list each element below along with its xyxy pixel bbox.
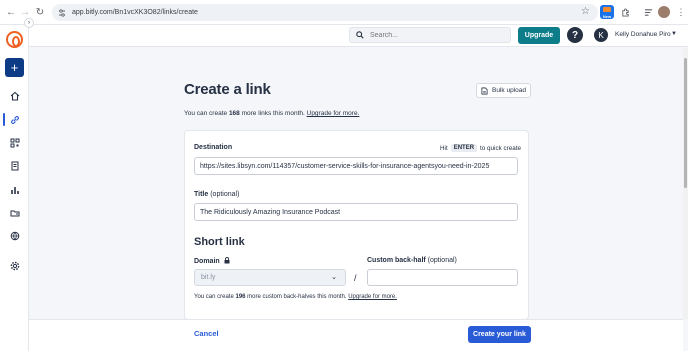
- destination-input[interactable]: https://sites.libsyn.com/114357/customer…: [194, 157, 518, 175]
- backhalf-quota-text: You can create 196 more custom back-halv…: [194, 294, 397, 300]
- document-icon: [481, 87, 488, 94]
- bitly-logo[interactable]: [6, 31, 23, 48]
- browser-menu-icon[interactable]: ⋮: [674, 5, 688, 19]
- backhalf-label-text: Custom back-half: [367, 257, 426, 264]
- browser-toolbar: ← → ↻ app.bitly.com/Bn1vcXK3O82/links/cr…: [0, 0, 688, 25]
- quota-prefix: You can create: [184, 110, 229, 117]
- home-icon[interactable]: [8, 89, 21, 102]
- account-chevron-down-icon[interactable]: ▼: [671, 31, 677, 37]
- backhalf-upgrade-link[interactable]: Upgrade for more.: [348, 294, 397, 300]
- pages-icon[interactable]: [8, 159, 21, 172]
- backhalf-note-prefix: You can create: [194, 294, 236, 300]
- title-optional-text: (optional): [210, 191, 240, 198]
- bulk-upload-button[interactable]: Bulk upload: [476, 83, 531, 98]
- nav-active-indicator: [3, 113, 5, 126]
- custom-domains-icon[interactable]: [8, 229, 21, 242]
- app-header: Upgrade ? K Kelly Donahue Piro ▼: [29, 25, 688, 47]
- campaigns-icon[interactable]: [8, 206, 21, 219]
- domain-label: Domain: [194, 257, 230, 265]
- extension-badge: New: [602, 14, 612, 19]
- domain-label-text: Domain: [194, 258, 220, 265]
- left-nav: +: [0, 25, 29, 351]
- settings-gear-icon[interactable]: [8, 259, 21, 272]
- backhalf-note-count: 196: [235, 294, 246, 300]
- upgrade-button[interactable]: Upgrade: [518, 27, 560, 44]
- browser-profile-avatar[interactable]: [658, 6, 670, 18]
- page-title: Create a link: [184, 81, 271, 98]
- domain-select[interactable]: bit.ly ⌄: [194, 269, 346, 286]
- quick-create-hint: Hit ENTER to quick create: [440, 144, 521, 152]
- create-new-button[interactable]: +: [5, 58, 24, 77]
- cancel-button[interactable]: Cancel: [194, 329, 219, 338]
- title-label-text: Title: [194, 191, 209, 198]
- site-settings-icon[interactable]: [58, 8, 66, 17]
- extension-new-icon[interactable]: New: [600, 5, 614, 19]
- enter-key-badge: ENTER: [450, 144, 478, 152]
- account-name[interactable]: Kelly Donahue Piro: [615, 31, 671, 38]
- link-quota-text: You can create 168 more links this month…: [184, 110, 359, 117]
- backhalf-note-suffix: more custom back-halves this month.: [245, 294, 349, 300]
- quota-count: 168: [228, 110, 240, 117]
- destination-label: Destination: [194, 144, 233, 151]
- backhalf-label: Custom back-half (optional): [367, 257, 457, 264]
- scrollbar-thumb[interactable]: [684, 58, 687, 188]
- quota-suffix: more links this month.: [239, 110, 307, 117]
- reload-icon[interactable]: ↻: [33, 5, 47, 19]
- bookmark-star-icon[interactable]: ☆: [581, 6, 590, 17]
- back-icon[interactable]: ←: [4, 5, 18, 19]
- sidebar-collapse-chevron-icon[interactable]: ›: [24, 18, 34, 28]
- form-footer: [29, 319, 683, 351]
- search-input[interactable]: [370, 31, 500, 39]
- user-avatar[interactable]: K: [594, 28, 608, 42]
- bulk-upload-label: Bulk upload: [492, 87, 526, 94]
- custom-backhalf-input[interactable]: [367, 269, 518, 286]
- search-icon: [356, 31, 364, 39]
- url-text: app.bitly.com/Bn1vcXK3O82/links/create: [72, 9, 198, 16]
- analytics-icon[interactable]: [8, 183, 21, 196]
- hint-prefix: Hit: [440, 144, 448, 152]
- links-icon[interactable]: [8, 113, 21, 126]
- forward-icon[interactable]: →: [18, 5, 32, 19]
- create-link-button[interactable]: Create your link: [468, 326, 531, 343]
- search-box[interactable]: [349, 27, 511, 43]
- extensions-puzzle-icon[interactable]: [618, 5, 632, 19]
- reading-list-icon[interactable]: [641, 5, 655, 19]
- backhalf-optional-text: (optional): [427, 257, 457, 264]
- help-icon[interactable]: ?: [567, 27, 583, 43]
- chevron-down-icon: ⌄: [331, 274, 337, 281]
- lock-icon: [224, 257, 230, 264]
- hint-suffix: to quick create: [480, 144, 521, 152]
- upgrade-link[interactable]: Upgrade for more.: [307, 110, 360, 117]
- title-label: Title (optional): [194, 191, 239, 198]
- domain-select-value: bit.ly: [201, 274, 216, 281]
- path-separator: /: [354, 273, 357, 283]
- title-input[interactable]: The Ridiculously Amazing Insurance Podca…: [194, 203, 518, 221]
- qr-code-icon[interactable]: [8, 136, 21, 149]
- short-link-heading: Short link: [194, 236, 245, 248]
- address-bar[interactable]: app.bitly.com/Bn1vcXK3O82/links/create ☆: [52, 4, 598, 21]
